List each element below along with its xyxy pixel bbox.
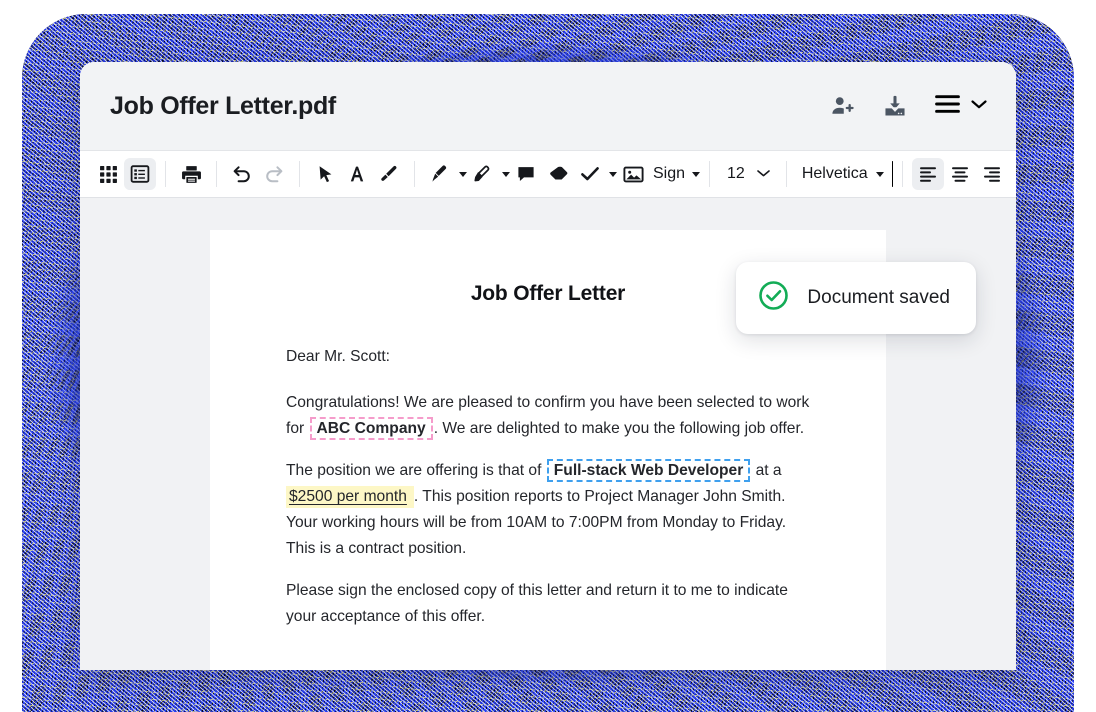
- paragraph-1: Congratulations! We are pleased to confi…: [286, 390, 810, 442]
- annotation-salary-highlight[interactable]: $2500 per month: [286, 486, 414, 508]
- font-family-value: Helvetica: [801, 165, 868, 182]
- annotation-job-title[interactable]: Full-stack Web Developer: [546, 459, 751, 482]
- brush-icon[interactable]: [373, 158, 405, 190]
- sign-button[interactable]: Sign: [649, 165, 689, 183]
- pdf-editor-window: Job Offer Letter.pdf Sign 12 Helvetica J…: [80, 62, 1016, 670]
- toolbar-divider: [216, 161, 217, 187]
- check-dropdown-caret[interactable]: [609, 171, 617, 177]
- check-icon[interactable]: [574, 158, 606, 190]
- font-family-select[interactable]: Helvetica: [798, 165, 888, 183]
- toast-message: Document saved: [807, 287, 950, 308]
- highlighter-icon[interactable]: [467, 158, 499, 190]
- pen-icon[interactable]: [424, 158, 456, 190]
- align-center-icon[interactable]: [944, 158, 976, 190]
- check-tool-group: [574, 158, 617, 190]
- p1-text-after: . We are delighted to make you the follo…: [433, 420, 805, 437]
- eraser-icon[interactable]: [542, 158, 574, 190]
- chevron-down-icon: [970, 97, 988, 115]
- toolbar-divider: [709, 161, 711, 187]
- app-header: Job Offer Letter.pdf: [80, 62, 1016, 150]
- align-right-icon[interactable]: [976, 158, 1008, 190]
- p2-text-before: The position we are offering is that of: [286, 462, 546, 479]
- download-icon[interactable]: [882, 93, 908, 119]
- toolbar-divider: [785, 161, 787, 187]
- pdf-viewer[interactable]: Job Offer Letter Dear Mr. Scott: Congrat…: [80, 198, 1016, 670]
- pen-dropdown-caret[interactable]: [459, 171, 467, 177]
- redo-icon[interactable]: [258, 158, 290, 190]
- hamburger-menu-icon: [934, 93, 961, 120]
- toast-notification: Document saved: [736, 262, 976, 334]
- header-actions: [830, 93, 988, 120]
- highlighter-dropdown-caret[interactable]: [502, 171, 510, 177]
- image-icon[interactable]: [617, 158, 649, 190]
- check-circle-icon: [758, 280, 789, 316]
- comment-icon[interactable]: [510, 158, 542, 190]
- paragraph-2: The position we are offering is that of …: [286, 458, 810, 562]
- highlighter-tool-group: [467, 158, 510, 190]
- font-size-select[interactable]: 12: [719, 165, 777, 183]
- thumbnail-grid-icon[interactable]: [92, 158, 124, 190]
- select-cursor-icon[interactable]: [309, 158, 341, 190]
- screenshot-backdrop: Job Offer Letter.pdf Sign 12 Helvetica J…: [0, 0, 1096, 712]
- editor-toolbar: Sign 12 Helvetica: [80, 150, 1016, 198]
- outline-list-icon[interactable]: [124, 158, 156, 190]
- annotation-company-name[interactable]: ABC Company: [309, 417, 433, 440]
- chevron-down-icon: [756, 165, 771, 183]
- font-family-dropdown-caret: [875, 171, 884, 177]
- toolbar-divider: [902, 161, 903, 187]
- salutation-paragraph: Dear Mr. Scott:: [286, 348, 390, 365]
- align-left-icon[interactable]: [912, 158, 944, 190]
- text-color-swatch[interactable]: [891, 161, 893, 187]
- document-title: Job Offer Letter.pdf: [110, 91, 336, 120]
- toolbar-divider: [414, 161, 415, 187]
- page-title: Job Offer Letter: [470, 282, 626, 305]
- print-icon[interactable]: [175, 158, 207, 190]
- toolbar-divider: [299, 161, 300, 187]
- text-tool-icon[interactable]: [341, 158, 373, 190]
- main-menu-button[interactable]: [934, 93, 988, 120]
- p2-text-mid: at a: [751, 462, 782, 479]
- undo-icon[interactable]: [226, 158, 258, 190]
- paragraph-3: Please sign the enclosed copy of this le…: [286, 582, 788, 625]
- font-size-value: 12: [727, 165, 745, 182]
- sign-dropdown-caret[interactable]: [692, 171, 701, 177]
- pen-tool-group: [424, 158, 467, 190]
- share-add-person-icon[interactable]: [830, 93, 856, 119]
- sign-tool-group: Sign: [649, 165, 701, 183]
- toolbar-divider: [165, 161, 166, 187]
